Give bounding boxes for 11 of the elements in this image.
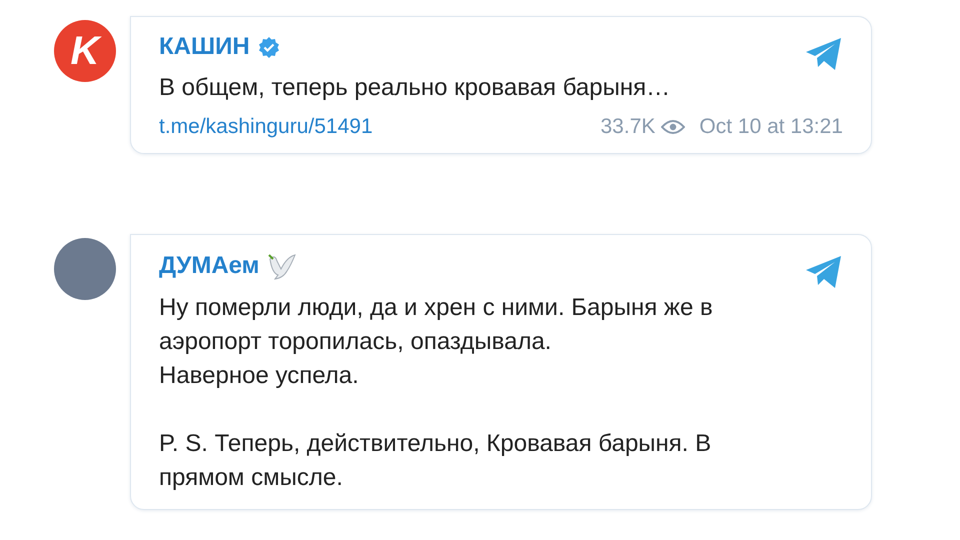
channel-name[interactable]: ДУМАем — [159, 252, 260, 280]
post-text: В общем, теперь реально кровавая барыня… — [159, 73, 672, 103]
post-link[interactable]: t.me/kashinguru/51491 — [159, 115, 373, 139]
telegram-icon[interactable] — [805, 37, 843, 71]
view-count: 33.7K — [600, 115, 656, 139]
eye-icon — [661, 119, 686, 135]
post-text: Ну померли люди, да и хрен с ними. Барыня же в аэропорт торопилась, опаздывала. Наверное успела. P. S. Теперь, действительно, Кровавая барыня. В прямом смысле. — [159, 293, 714, 493]
telegram-icon[interactable] — [805, 255, 843, 289]
post-date: Oct 10 at 13:21 — [699, 115, 843, 139]
channel-logo: K — [54, 20, 116, 82]
channel-name[interactable]: КАШИН — [159, 33, 250, 61]
